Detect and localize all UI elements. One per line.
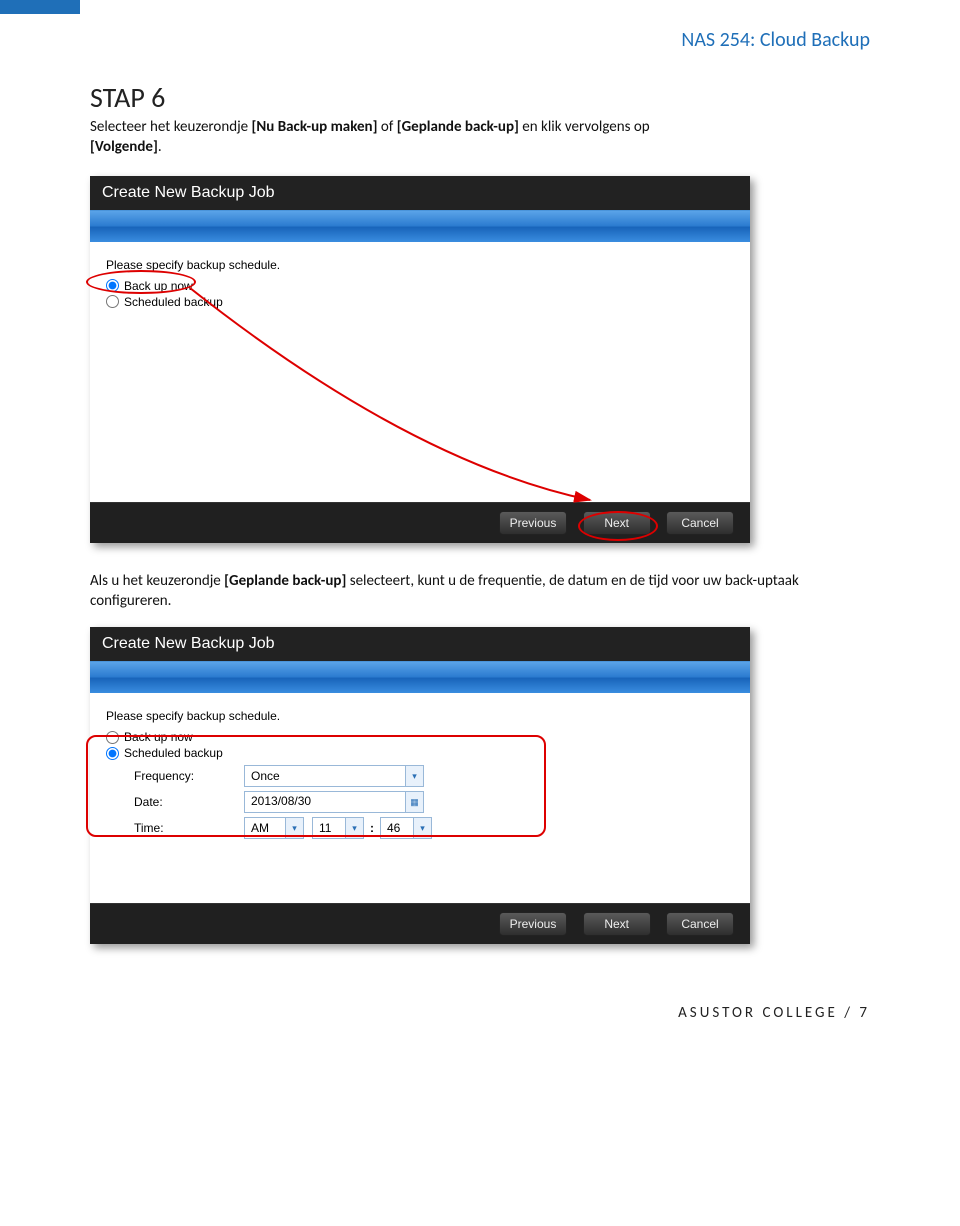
next-button[interactable]: Next <box>583 912 651 936</box>
previous-button[interactable]: Previous <box>499 912 568 936</box>
annotation-box <box>86 735 546 837</box>
radio-scheduled-label: Scheduled backup <box>124 295 223 309</box>
dialog-ribbon <box>90 210 750 242</box>
dialog-ribbon <box>90 661 750 693</box>
schedule-prompt: Please specify backup schedule. <box>106 258 734 272</box>
doc-header: NAS 254: Cloud Backup <box>0 14 960 52</box>
previous-button[interactable]: Previous <box>499 511 568 535</box>
intro-paragraph: Selecteer het keuzerondje [Nu Back-up ma… <box>90 117 870 158</box>
schedule-prompt: Please specify backup schedule. <box>106 709 734 723</box>
cancel-button[interactable]: Cancel <box>666 912 734 936</box>
radio-scheduled[interactable] <box>106 295 119 308</box>
mid-paragraph: Als u het keuzerondje [Geplande back-up]… <box>90 571 870 612</box>
dialog-create-backup-2: Create New Backup Job Please specify bac… <box>90 627 750 944</box>
step-heading: STAP 6 <box>90 80 870 115</box>
page-footer: ASUSTOR COLLEGE / 7 <box>0 974 960 1042</box>
dialog-title: Create New Backup Job <box>90 627 750 661</box>
annotation-circle-next <box>578 511 658 541</box>
cancel-button[interactable]: Cancel <box>666 511 734 535</box>
annotation-circle <box>86 270 196 294</box>
dialog-title: Create New Backup Job <box>90 176 750 210</box>
dialog-create-backup-1: Create New Backup Job Please specify bac… <box>90 176 750 543</box>
